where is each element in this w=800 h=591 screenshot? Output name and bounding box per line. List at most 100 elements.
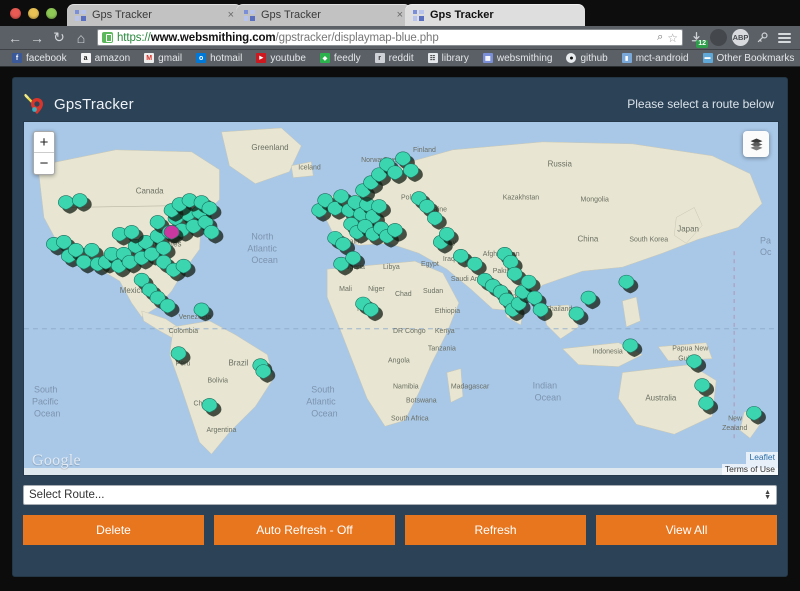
hamburger-icon bbox=[778, 33, 791, 43]
browser-tab-3-active[interactable]: Gps Tracker bbox=[405, 4, 585, 26]
bookmark-label: gmail bbox=[158, 53, 182, 64]
bookmark-reddit[interactable]: r reddit bbox=[368, 53, 421, 64]
map-label: Greenland bbox=[251, 143, 288, 152]
map-label: Venezuela bbox=[179, 314, 212, 321]
adblock-plus-extension-icon[interactable]: ABP bbox=[732, 29, 749, 46]
map-label: Thailand bbox=[546, 306, 573, 313]
downloads-extension-icon[interactable]: 12 bbox=[688, 29, 705, 46]
terms-of-use-link[interactable]: Terms of Use bbox=[722, 464, 778, 475]
bookmark-label: facebook bbox=[26, 53, 67, 64]
map-label: Kenya bbox=[435, 328, 455, 335]
websmithing-icon: ▦ bbox=[483, 53, 493, 63]
delete-button[interactable]: Delete bbox=[23, 515, 204, 545]
bookmark-label: reddit bbox=[389, 53, 414, 64]
tab-favicon bbox=[413, 10, 424, 21]
map-label: Tanzania bbox=[428, 346, 456, 353]
map-container[interactable]: CanadaUnited StatesMexicoVenezuelaColomb… bbox=[23, 121, 779, 476]
bookmark-label: websmithing bbox=[497, 53, 553, 64]
map-label: Indian bbox=[533, 381, 557, 391]
forward-icon[interactable]: → bbox=[26, 27, 48, 49]
github-icon: ● bbox=[566, 53, 576, 63]
url-scheme: https:// bbox=[117, 32, 151, 44]
map-label: Libya bbox=[383, 264, 400, 271]
map-label: Kazakhstan bbox=[503, 195, 540, 202]
bookmark-label: github bbox=[580, 53, 607, 64]
bookmark-github[interactable]: ● github bbox=[559, 53, 614, 64]
zoom-out-button[interactable]: − bbox=[34, 153, 54, 174]
back-icon[interactable]: ← bbox=[4, 27, 26, 49]
bookmark-feedly[interactable]: ◆ feedly bbox=[313, 53, 368, 64]
other-bookmarks-folder[interactable]: ▬ Other Bookmarks bbox=[696, 53, 800, 64]
bookmarks-bar: f facebook a amazon M gmail o hotmail ▶ … bbox=[0, 50, 800, 67]
address-bar[interactable]: https://www.websmithing.com/gpstracker/d… bbox=[97, 29, 683, 46]
home-icon[interactable]: ⌂ bbox=[70, 27, 92, 49]
youtube-icon: ▶ bbox=[256, 53, 266, 63]
url-host: www.websmithing.com bbox=[151, 32, 276, 44]
window-minimize-button[interactable] bbox=[28, 8, 39, 19]
folder-icon: ▬ bbox=[703, 53, 713, 63]
other-bookmarks-label: Other Bookmarks bbox=[717, 53, 795, 64]
map-label: Chad bbox=[395, 291, 412, 298]
header-hint-text: Please select a route below bbox=[627, 97, 777, 111]
tab-close-icon[interactable]: × bbox=[397, 10, 403, 21]
feedly-icon: ◆ bbox=[320, 53, 330, 63]
map-label: Ocean bbox=[535, 392, 561, 402]
map-label: Iceland bbox=[298, 165, 321, 172]
url-path: /gpstracker/displaymap-blue.php bbox=[276, 32, 439, 44]
map-layers-button[interactable] bbox=[743, 131, 769, 157]
bookmark-gmail[interactable]: M gmail bbox=[137, 53, 189, 64]
url-text: https://www.websmithing.com/gpstracker/d… bbox=[117, 32, 653, 44]
bookmark-websmithing[interactable]: ▦ websmithing bbox=[476, 53, 560, 64]
app-title: GpsTracker bbox=[54, 96, 134, 113]
search-icon[interactable]: ⌕ bbox=[657, 31, 663, 44]
map-label: China bbox=[578, 234, 599, 243]
bookmark-library[interactable]: ☷ library bbox=[421, 53, 476, 64]
auto-refresh-button[interactable]: Auto Refresh - Off bbox=[214, 515, 395, 545]
reload-icon[interactable]: ↻ bbox=[48, 27, 70, 49]
action-button-row: Delete Auto Refresh - Off Refresh View A… bbox=[23, 515, 777, 545]
tab-close-icon[interactable]: × bbox=[228, 10, 234, 21]
bookmark-label: hotmail bbox=[210, 53, 242, 64]
map-label: Sudan bbox=[423, 288, 443, 295]
map-label: Australia bbox=[645, 393, 677, 402]
window-maximize-button[interactable] bbox=[46, 8, 57, 19]
extension-badge-count: 12 bbox=[696, 40, 708, 48]
map-label: Ethiopia bbox=[435, 308, 460, 315]
leaflet-link[interactable]: Leaflet bbox=[746, 452, 778, 463]
tab-title: Gps Tracker bbox=[430, 9, 577, 21]
bookmark-star-icon[interactable]: ☆ bbox=[667, 31, 678, 45]
tab-title: Gps Tracker bbox=[261, 9, 391, 21]
map-label: North bbox=[251, 231, 273, 241]
map-label: South Korea bbox=[629, 236, 668, 243]
bookmark-amazon[interactable]: a amazon bbox=[74, 53, 138, 64]
route-select-dropdown[interactable]: Select Route... ▲▼ bbox=[23, 485, 777, 505]
tab-favicon bbox=[244, 10, 255, 21]
browser-toolbar: ← → ↻ ⌂ https://www.websmithing.com/gpst… bbox=[0, 26, 800, 50]
tab-title: Gps Tracker bbox=[92, 9, 222, 21]
library-icon: ☷ bbox=[428, 53, 438, 63]
map-label: Papua New bbox=[672, 346, 709, 353]
bookmark-label: youtube bbox=[270, 53, 306, 64]
tomato-extension-icon[interactable] bbox=[710, 29, 727, 46]
map-label: Canada bbox=[136, 187, 164, 196]
map-label: South bbox=[311, 384, 334, 394]
zoom-in-button[interactable]: + bbox=[34, 132, 54, 153]
chevron-updown-icon: ▲▼ bbox=[764, 490, 771, 500]
google-watermark: Google bbox=[32, 452, 81, 470]
bookmark-mct-android[interactable]: ▮ mct-android bbox=[615, 53, 696, 64]
browser-tab-2[interactable]: Gps Tracker × bbox=[236, 4, 411, 26]
bookmark-facebook[interactable]: f facebook bbox=[5, 53, 74, 64]
bookmark-youtube[interactable]: ▶ youtube bbox=[249, 53, 313, 64]
key-extension-icon[interactable] bbox=[754, 29, 771, 46]
refresh-button[interactable]: Refresh bbox=[405, 515, 586, 545]
map-zoom-control[interactable]: + − bbox=[33, 131, 55, 175]
view-all-button[interactable]: View All bbox=[596, 515, 777, 545]
bookmark-hotmail[interactable]: o hotmail bbox=[189, 53, 249, 64]
world-map: CanadaUnited StatesMexicoVenezuelaColomb… bbox=[24, 122, 778, 475]
browser-tab-1[interactable]: Gps Tracker × bbox=[67, 4, 242, 26]
browser-menu-icon[interactable] bbox=[776, 29, 793, 46]
window-close-button[interactable] bbox=[10, 8, 21, 19]
bookmark-label: mct-android bbox=[636, 53, 689, 64]
map-label: Ocean bbox=[311, 408, 337, 418]
map-label: Niger bbox=[368, 286, 385, 293]
